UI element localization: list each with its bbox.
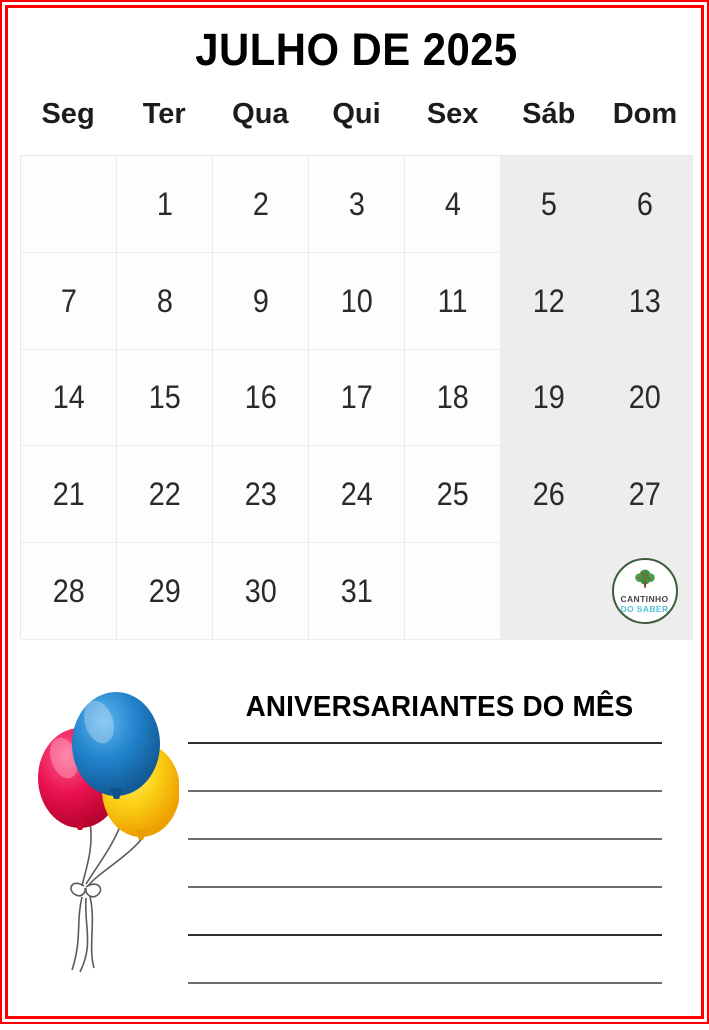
writing-line[interactable] xyxy=(188,742,662,744)
week-row: 1 2 3 4 5 6 xyxy=(21,156,693,253)
weekday-header-row: Seg Ter Qua Qui Sex Sáb Dom xyxy=(20,96,693,132)
day-cell[interactable]: 8 xyxy=(117,252,213,350)
day-cell[interactable]: 25 xyxy=(405,446,501,544)
day-cell[interactable]: 2 xyxy=(213,156,309,253)
day-number: 2 xyxy=(252,185,269,222)
day-number: 21 xyxy=(52,476,85,513)
week-row: 7 8 9 10 11 12 13 xyxy=(21,252,693,350)
day-cell[interactable]: 13 xyxy=(597,252,693,350)
day-cell[interactable]: 27 xyxy=(597,446,693,544)
calendar-page: JULHO DE 2025 Seg Ter Qua Qui Sex Sáb Do… xyxy=(0,0,709,1024)
weekday-label-qua: Qua xyxy=(232,98,289,130)
day-cell[interactable]: 15 xyxy=(117,349,213,447)
day-cell[interactable]: 10 xyxy=(309,252,405,350)
day-number: 15 xyxy=(148,379,181,416)
writing-line[interactable] xyxy=(188,886,662,888)
day-number: 26 xyxy=(532,476,565,513)
page-title: JULHO DE 2025 xyxy=(195,24,518,75)
day-number: 4 xyxy=(444,185,461,222)
day-number: 13 xyxy=(628,282,661,319)
day-number: 31 xyxy=(340,573,373,610)
day-cell[interactable]: 20 xyxy=(597,349,693,447)
balloons-icon xyxy=(38,692,180,973)
day-cell[interactable]: 23 xyxy=(213,446,309,544)
logo-text-secondary: DO SABER xyxy=(620,603,669,614)
week-row: 14 15 16 17 18 19 20 xyxy=(21,349,693,447)
day-cell[interactable]: 29 xyxy=(117,543,213,640)
day-cell[interactable]: 17 xyxy=(309,349,405,447)
weekday-label-sab: Sáb xyxy=(522,98,576,130)
day-number: 18 xyxy=(436,379,469,416)
calendar-grid: 1 2 3 4 5 6 7 8 9 10 11 12 13 14 15 16 1… xyxy=(20,155,693,640)
writing-line[interactable] xyxy=(188,982,662,984)
day-cell[interactable]: CANTINHO DO SABER xyxy=(597,543,693,640)
day-number: 27 xyxy=(628,476,661,513)
day-cell[interactable]: 3 xyxy=(309,156,405,253)
day-number: 29 xyxy=(148,573,181,610)
day-number: 20 xyxy=(628,379,661,416)
day-number: 25 xyxy=(436,476,469,513)
birthdays-lines xyxy=(188,742,662,1030)
day-number: 10 xyxy=(340,282,373,319)
day-cell[interactable] xyxy=(405,543,501,640)
day-number: 7 xyxy=(60,282,77,319)
day-cell[interactable]: 16 xyxy=(213,349,309,447)
day-cell[interactable]: 19 xyxy=(501,349,597,447)
day-number: 8 xyxy=(156,282,173,319)
day-cell[interactable]: 6 xyxy=(597,156,693,253)
day-number: 1 xyxy=(156,185,173,222)
day-cell[interactable]: 31 xyxy=(309,543,405,640)
day-cell[interactable]: 30 xyxy=(213,543,309,640)
birthdays-section-title: ANIVERSARIANTES DO MÊS xyxy=(245,691,634,723)
day-cell[interactable]: 18 xyxy=(405,349,501,447)
day-cell[interactable]: 1 xyxy=(117,156,213,253)
weekday-label-dom: Dom xyxy=(612,98,678,130)
day-number: 23 xyxy=(244,476,277,513)
week-row: 21 22 23 24 25 26 27 xyxy=(21,446,693,544)
day-cell[interactable] xyxy=(21,156,117,253)
week-row: 28 29 30 31 CANTINHO DO SABER xyxy=(21,543,693,640)
writing-line[interactable] xyxy=(188,838,662,840)
weekday-label-ter: Ter xyxy=(142,98,186,130)
day-number: 19 xyxy=(532,379,565,416)
weekday-label-qui: Qui xyxy=(332,98,381,130)
weekday-label-sex: Sex xyxy=(426,98,479,130)
day-number: 12 xyxy=(532,282,565,319)
day-cell[interactable]: 21 xyxy=(21,446,117,544)
balloons-illustration xyxy=(24,678,180,983)
day-number: 5 xyxy=(540,185,557,222)
day-cell[interactable]: 26 xyxy=(501,446,597,544)
day-number: 11 xyxy=(437,282,468,319)
day-number: 3 xyxy=(348,185,365,222)
day-cell[interactable]: 14 xyxy=(21,349,117,447)
logo-text-primary: CANTINHO xyxy=(620,593,669,604)
day-number: 16 xyxy=(244,379,277,416)
brand-logo: CANTINHO DO SABER xyxy=(611,558,678,625)
day-cell[interactable]: 5 xyxy=(501,156,597,253)
day-number: 9 xyxy=(252,282,269,319)
tree-icon xyxy=(634,569,655,588)
day-cell[interactable]: 12 xyxy=(501,252,597,350)
day-cell[interactable]: 9 xyxy=(213,252,309,350)
day-cell[interactable]: 24 xyxy=(309,446,405,544)
day-cell[interactable]: 7 xyxy=(21,252,117,350)
day-number: 17 xyxy=(340,379,373,416)
day-cell[interactable]: 28 xyxy=(21,543,117,640)
weekday-label-seg: Seg xyxy=(41,98,95,130)
day-number: 14 xyxy=(52,379,85,416)
day-number: 24 xyxy=(340,476,373,513)
day-number: 6 xyxy=(636,185,653,222)
day-cell[interactable]: 11 xyxy=(405,252,501,350)
day-number: 22 xyxy=(148,476,181,513)
day-cell[interactable]: 22 xyxy=(117,446,213,544)
day-cell[interactable]: 4 xyxy=(405,156,501,253)
writing-line[interactable] xyxy=(188,934,662,936)
day-cell[interactable] xyxy=(501,543,597,640)
day-number: 28 xyxy=(52,573,85,610)
writing-line[interactable] xyxy=(188,790,662,792)
day-number: 30 xyxy=(244,573,277,610)
